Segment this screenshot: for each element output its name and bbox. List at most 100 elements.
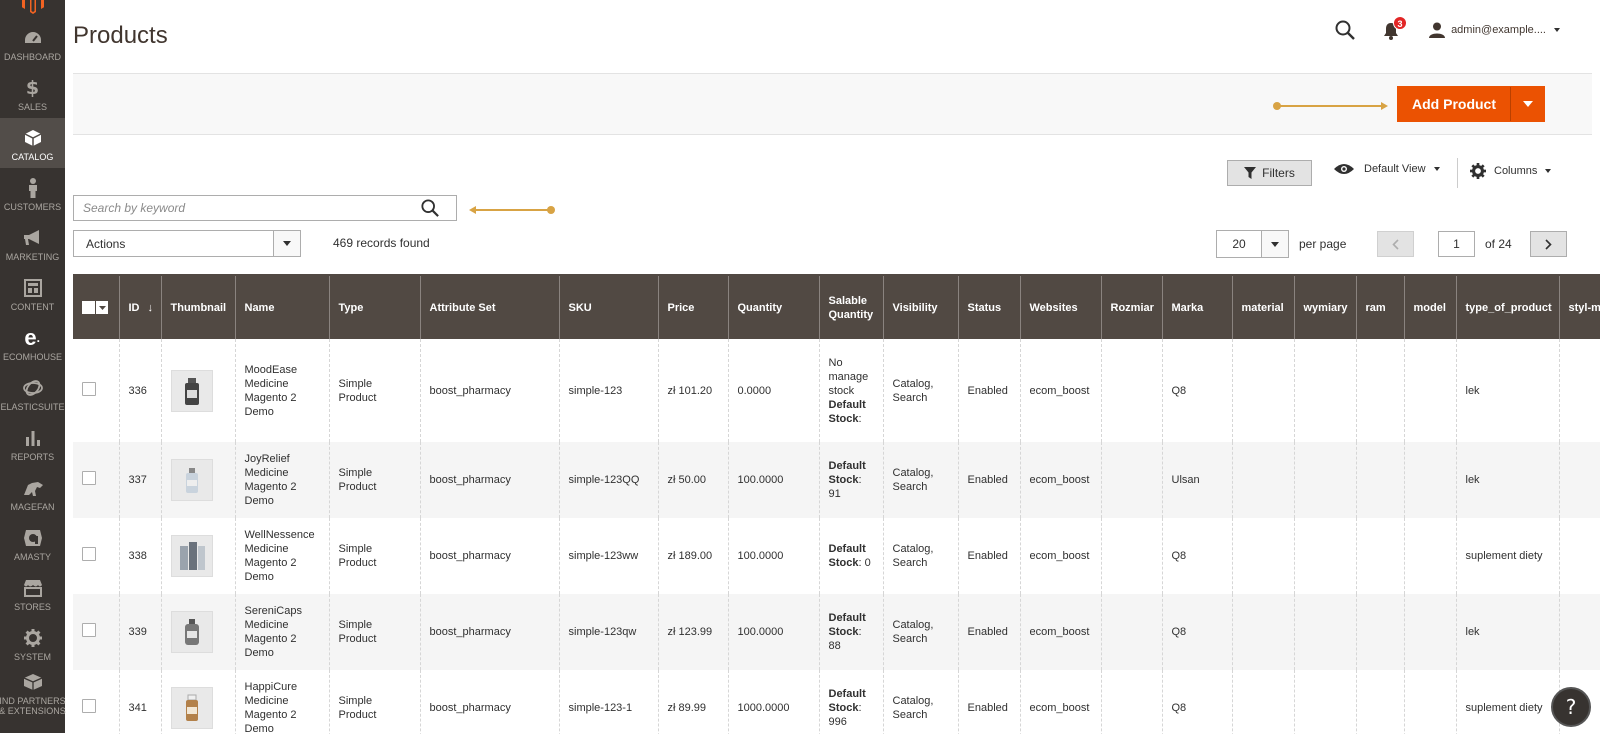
admin-user-menu[interactable]: admin@example.... [1429, 22, 1560, 38]
column-header-quantity[interactable]: Quantity [728, 274, 820, 339]
view-switcher[interactable]: Default View [1334, 163, 1440, 175]
sidebar-item-sales[interactable]: $ SALES [0, 68, 65, 118]
sidebar-item-label: REPORTS [10, 452, 55, 462]
sidebar-item-catalog[interactable]: CATALOG [0, 118, 65, 168]
column-label: Type [338, 301, 364, 314]
notifications-bell-icon[interactable]: 3 [1383, 16, 1408, 40]
page-total: of 24 [1485, 237, 1512, 251]
row-checkbox[interactable] [82, 623, 96, 637]
table-row[interactable]: 337 JoyRelief Medicine Magento 2 Demo Si… [73, 442, 1600, 518]
table-row[interactable]: 341 HappiCure Medicine Magento 2 Demo Si… [73, 670, 1600, 734]
table-row[interactable]: 336 MoodEase Medicine Magento 2 Demo Sim… [73, 339, 1600, 442]
type-of-product-cell: suplement diety [1456, 518, 1560, 594]
visibility-cell: Catalog, Search [883, 594, 959, 670]
row-checkbox[interactable] [82, 381, 96, 396]
sidebar-item-stores[interactable]: STORES [0, 568, 65, 618]
column-header-type-of-product[interactable]: type_of_product [1456, 274, 1560, 339]
sidebar-item-magefan[interactable]: MAGEFAN [0, 468, 65, 518]
sku-cell: simple-123 [559, 339, 659, 442]
column-header-sku[interactable]: SKU [559, 274, 659, 339]
mass-select-header[interactable] [73, 274, 120, 339]
table-row[interactable]: 339 SereniCaps Medicine Magento 2 Demo S… [73, 594, 1600, 670]
amasty-icon [23, 527, 43, 549]
filters-button[interactable]: Filters [1227, 160, 1312, 186]
column-header-salable-quantity[interactable]: Salable Quantity [819, 274, 884, 339]
column-header-thumbnail[interactable]: Thumbnail [161, 274, 236, 339]
filters-label: Filters [1262, 166, 1295, 180]
column-header-ram[interactable]: ram [1356, 274, 1405, 339]
id-cell: 341 [119, 670, 162, 734]
product-thumbnail[interactable] [170, 687, 213, 729]
add-product-button[interactable]: Add Product [1397, 86, 1545, 122]
sidebar-item-partners-extensions[interactable]: IND PARTNERS & EXTENSIONS [0, 668, 66, 722]
chevron-down-icon [1554, 28, 1560, 32]
quantity-cell: 100.0000 [728, 518, 820, 594]
column-label: Status [967, 301, 1002, 314]
thumbnail-cell [161, 518, 236, 594]
row-checkbox[interactable] [82, 471, 96, 485]
sidebar-item-system[interactable]: SYSTEM [0, 618, 65, 668]
sidebar-item-customers[interactable]: CUSTOMERS [0, 168, 65, 218]
sidebar-item-amasty[interactable]: AMASTY [0, 518, 65, 568]
column-header-type[interactable]: Type [329, 274, 421, 339]
mass-select-checkbox[interactable] [82, 301, 110, 314]
product-thumbnail[interactable] [170, 369, 213, 412]
dollar-icon: $ [25, 77, 40, 99]
column-header-name[interactable]: Name [235, 274, 330, 339]
previous-page-button[interactable] [1377, 231, 1414, 257]
page-actions-bar: Add Product [73, 73, 1592, 135]
marka-cell: Ulsan [1162, 442, 1233, 518]
sidebar-item-elasticsuite[interactable]: ELASTICSUITE [0, 368, 65, 418]
websites-cell: ecom_boost [1020, 518, 1102, 594]
sidebar-item-label: CONTENT [10, 302, 55, 312]
column-header-material[interactable]: material [1232, 274, 1295, 339]
sidebar-item-dashboard[interactable]: DASHBOARD [0, 18, 65, 68]
column-header-websites[interactable]: Websites [1020, 274, 1102, 339]
columns-control[interactable]: Columns [1470, 163, 1552, 179]
column-header-visibility[interactable]: Visibility [883, 274, 959, 339]
row-select-cell [73, 594, 120, 670]
sidebar-item-ecomhouse[interactable]: e· ECOMHOUSE [0, 318, 65, 368]
row-checkbox[interactable] [82, 547, 96, 561]
product-thumbnail[interactable] [170, 611, 213, 653]
megaphone-icon [23, 227, 43, 249]
global-search-icon[interactable] [1335, 20, 1355, 40]
column-header-model[interactable]: model [1404, 274, 1457, 339]
chevron-down-icon [1433, 167, 1440, 171]
sidebar-item-content[interactable]: CONTENT [0, 268, 65, 318]
visibility-cell: Catalog, Search [883, 670, 959, 734]
product-thumbnail[interactable] [170, 459, 213, 501]
column-header-id[interactable]: ID ↓ [119, 274, 162, 339]
sidebar-item-marketing[interactable]: MARKETING [0, 218, 65, 268]
thumbnail-cell [161, 339, 236, 442]
table-row[interactable]: 338 WellNessence Medicine Magento 2 Demo… [73, 518, 1600, 594]
websites-cell: ecom_boost [1020, 594, 1102, 670]
column-header-attribute-set[interactable]: Attribute Set [420, 274, 560, 339]
search-input[interactable] [74, 196, 418, 220]
mass-actions-select[interactable]: Actions [73, 230, 301, 257]
row-checkbox[interactable] [82, 699, 96, 713]
column-label: Attribute Set [429, 301, 496, 314]
help-button[interactable]: ? [1551, 687, 1591, 727]
sidebar-item-reports[interactable]: REPORTS [0, 418, 65, 468]
column-header-marka[interactable]: Marka [1162, 274, 1233, 339]
model-cell [1404, 442, 1457, 518]
salable-quantity-cell: Default Stock: 0 [819, 518, 884, 594]
column-header-status[interactable]: Status [958, 274, 1021, 339]
column-header-price[interactable]: Price [658, 274, 729, 339]
material-cell [1232, 594, 1295, 670]
column-header-styl-multis[interactable]: styl-multis [1559, 274, 1600, 339]
magento-logo[interactable] [0, 0, 65, 18]
product-thumbnail[interactable] [170, 535, 213, 577]
search-icon[interactable] [418, 196, 442, 220]
add-product-dropdown-toggle[interactable] [1510, 87, 1544, 121]
sku-cell: simple-123qw [559, 594, 659, 670]
ram-cell [1356, 518, 1405, 594]
sidebar-item-label: ECOMHOUSE [2, 352, 62, 362]
next-page-button[interactable] [1530, 231, 1567, 257]
per-page-select[interactable]: 20 [1216, 230, 1289, 258]
admin-sidebar: DASHBOARD $ SALES CATALOG CUSTOMERS MARK… [0, 0, 66, 733]
page-number-input[interactable] [1438, 231, 1475, 257]
column-header-rozmiar[interactable]: Rozmiar [1101, 274, 1163, 339]
column-header-wymiary[interactable]: wymiary [1294, 274, 1357, 339]
